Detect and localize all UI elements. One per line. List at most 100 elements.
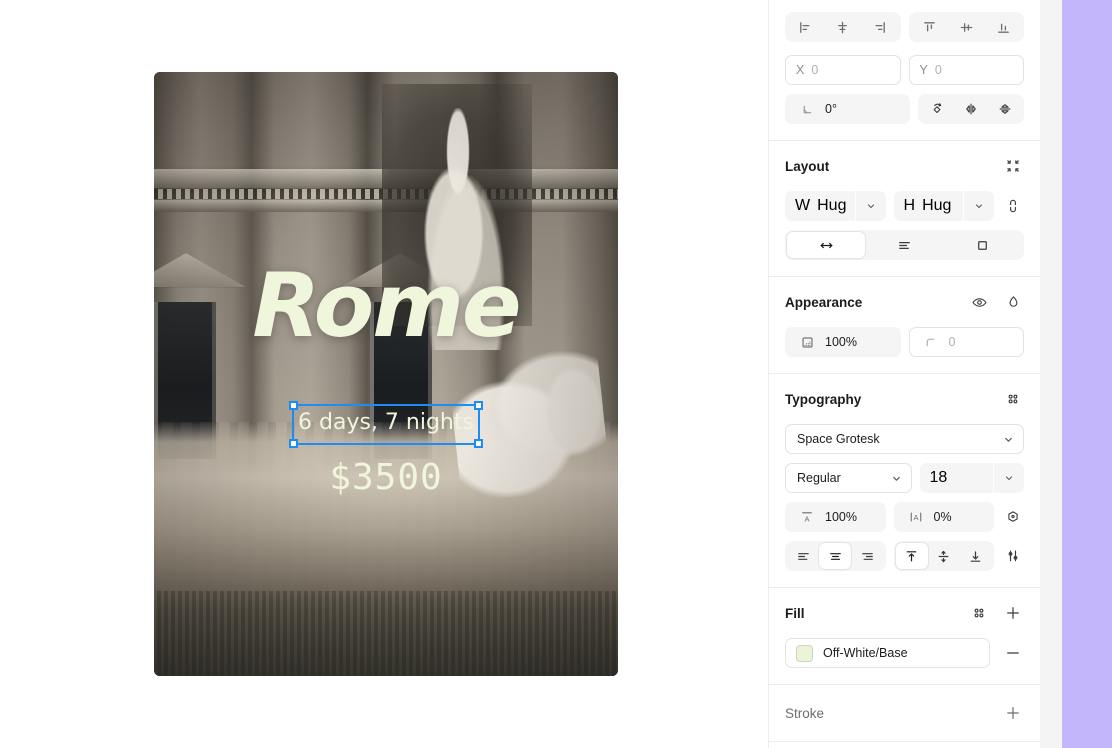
align-position-section: X 0 Y 0 0°	[769, 0, 1040, 141]
collapse-icon[interactable]	[1002, 155, 1024, 177]
x-position-input[interactable]: X 0	[785, 55, 901, 85]
selection-handle-top-right[interactable]	[474, 401, 483, 410]
y-position-input[interactable]: Y 0	[908, 55, 1024, 85]
font-family-row: Space Grotesk	[785, 424, 1024, 454]
layout-align-icon[interactable]	[865, 232, 943, 258]
align-bottom-icon[interactable]	[985, 14, 1022, 40]
stroke-section[interactable]: Stroke	[769, 685, 1040, 742]
opacity-input[interactable]: 100%	[785, 327, 901, 357]
selection-handle-bottom-left[interactable]	[289, 439, 298, 448]
transform-group[interactable]	[917, 94, 1024, 124]
height-chevron-down-icon[interactable]	[964, 191, 994, 221]
layout-section-header: Layout	[785, 155, 1024, 177]
droplet-icon[interactable]	[1002, 291, 1024, 313]
advanced-type-icon[interactable]	[1002, 545, 1024, 567]
width-chevron-down-icon[interactable]	[855, 191, 886, 221]
appearance-controls-row: 100% 0	[785, 327, 1024, 357]
text-valign-top-icon[interactable]	[895, 543, 928, 569]
fill-styles-icon[interactable]	[968, 602, 990, 624]
selection-bounding-box[interactable]	[289, 401, 483, 448]
font-weight-chevron-down-icon	[892, 476, 900, 481]
width-value: Hug	[817, 197, 847, 214]
size-row: W Hug H Hug	[785, 191, 1024, 221]
rotate-icon[interactable]	[920, 96, 954, 122]
text-align-left-icon[interactable]	[787, 543, 819, 569]
opacity-value: 100%	[825, 335, 857, 349]
y-label: Y	[919, 63, 928, 77]
letter-spacing-icon: A	[905, 506, 927, 528]
text-horizontal-align-group[interactable]	[785, 541, 886, 571]
layout-section: Layout W Hug H Hug	[769, 141, 1040, 277]
fill-item[interactable]: Off-White/Base	[785, 638, 990, 668]
design-tool-window: Rome 6 days, 7 nights $3500 X 0 Y 0 0° L…	[0, 0, 1112, 748]
rotation-transform-row: 0°	[785, 94, 1024, 124]
text-valign-bottom-icon[interactable]	[960, 543, 992, 569]
type-detail-icon[interactable]	[1002, 506, 1024, 528]
flip-horizontal-icon[interactable]	[954, 96, 988, 122]
font-family-value: Space Grotesk	[797, 432, 880, 446]
panel-gap	[1040, 0, 1062, 748]
fill-color-swatch[interactable]	[796, 644, 813, 662]
artboard-price[interactable]: $3500	[154, 457, 618, 498]
letter-spacing-value: 0%	[933, 510, 952, 524]
corner-radius-input[interactable]: 0	[908, 327, 1024, 357]
typography-title: Typography	[785, 391, 862, 407]
svg-text:A: A	[913, 513, 918, 522]
appearance-section-header: Appearance	[785, 291, 1024, 313]
artboard-title[interactable]: Rome	[154, 262, 618, 350]
rotation-input[interactable]: 0°	[785, 94, 910, 124]
remove-fill-icon[interactable]	[1002, 642, 1024, 664]
selection-handle-top-left[interactable]	[289, 401, 298, 410]
text-valign-middle-icon[interactable]	[928, 543, 960, 569]
font-size-chevron-down-icon[interactable]	[994, 463, 1024, 493]
fill-title: Fill	[785, 605, 805, 621]
height-control[interactable]: H Hug	[893, 191, 994, 221]
align-top-icon[interactable]	[911, 14, 948, 40]
align-left-icon[interactable]	[787, 14, 824, 40]
vertical-align-group[interactable]	[908, 12, 1024, 42]
horizontal-align-group[interactable]	[785, 12, 901, 42]
line-height-icon: A	[796, 506, 818, 528]
text-align-right-icon[interactable]	[851, 543, 883, 569]
layout-mode-group[interactable]	[785, 230, 1024, 260]
text-align-center-icon[interactable]	[819, 543, 852, 569]
link-size-icon[interactable]	[1002, 195, 1024, 217]
align-right-icon[interactable]	[861, 14, 898, 40]
font-family-select[interactable]: Space Grotesk	[785, 424, 1024, 454]
letter-spacing-input[interactable]: A 0%	[893, 502, 994, 532]
layout-direction-horizontal-icon[interactable]	[787, 232, 866, 258]
layout-title: Layout	[785, 158, 830, 174]
font-size-control[interactable]: 18	[919, 463, 1024, 493]
stroke-title: Stroke	[785, 705, 825, 721]
appearance-section: Appearance 100% 0	[769, 277, 1040, 374]
svg-text:A: A	[805, 515, 810, 524]
selection-handle-bottom-right[interactable]	[474, 439, 483, 448]
position-row: X 0 Y 0	[785, 55, 1024, 85]
effects-section[interactable]: Effects	[769, 742, 1040, 748]
font-weight-select[interactable]: Regular	[785, 463, 912, 493]
inspector-panel: X 0 Y 0 0° Layout W Hug H Hug Appearance…	[768, 0, 1040, 748]
layout-frame-icon[interactable]	[944, 232, 1022, 258]
type-styles-icon[interactable]	[1002, 388, 1024, 410]
align-vertical-center-icon[interactable]	[948, 14, 985, 40]
align-horizontal-center-icon[interactable]	[824, 14, 861, 40]
opacity-icon	[796, 331, 818, 353]
eye-icon[interactable]	[968, 291, 990, 313]
y-value: 0	[934, 63, 942, 77]
text-alignment-row	[785, 541, 1024, 571]
canvas-area[interactable]: Rome 6 days, 7 nights $3500	[0, 0, 768, 748]
line-height-input[interactable]: A 100%	[785, 502, 886, 532]
width-control[interactable]: W Hug	[785, 191, 886, 221]
artboard-rome-travel-card[interactable]: Rome 6 days, 7 nights $3500	[154, 72, 618, 676]
text-vertical-align-group[interactable]	[893, 541, 994, 571]
flip-vertical-icon[interactable]	[988, 96, 1022, 122]
add-fill-icon[interactable]	[1002, 602, 1024, 624]
height-value: Hug	[922, 197, 952, 214]
x-value: 0	[811, 63, 819, 77]
height-label: H	[903, 197, 916, 214]
fill-item-row: Off-White/Base	[785, 638, 1024, 668]
x-label: X	[796, 63, 805, 77]
background-accent-strip	[1062, 0, 1112, 748]
rotation-value: 0°	[825, 102, 837, 116]
add-stroke-icon[interactable]	[1002, 702, 1024, 724]
